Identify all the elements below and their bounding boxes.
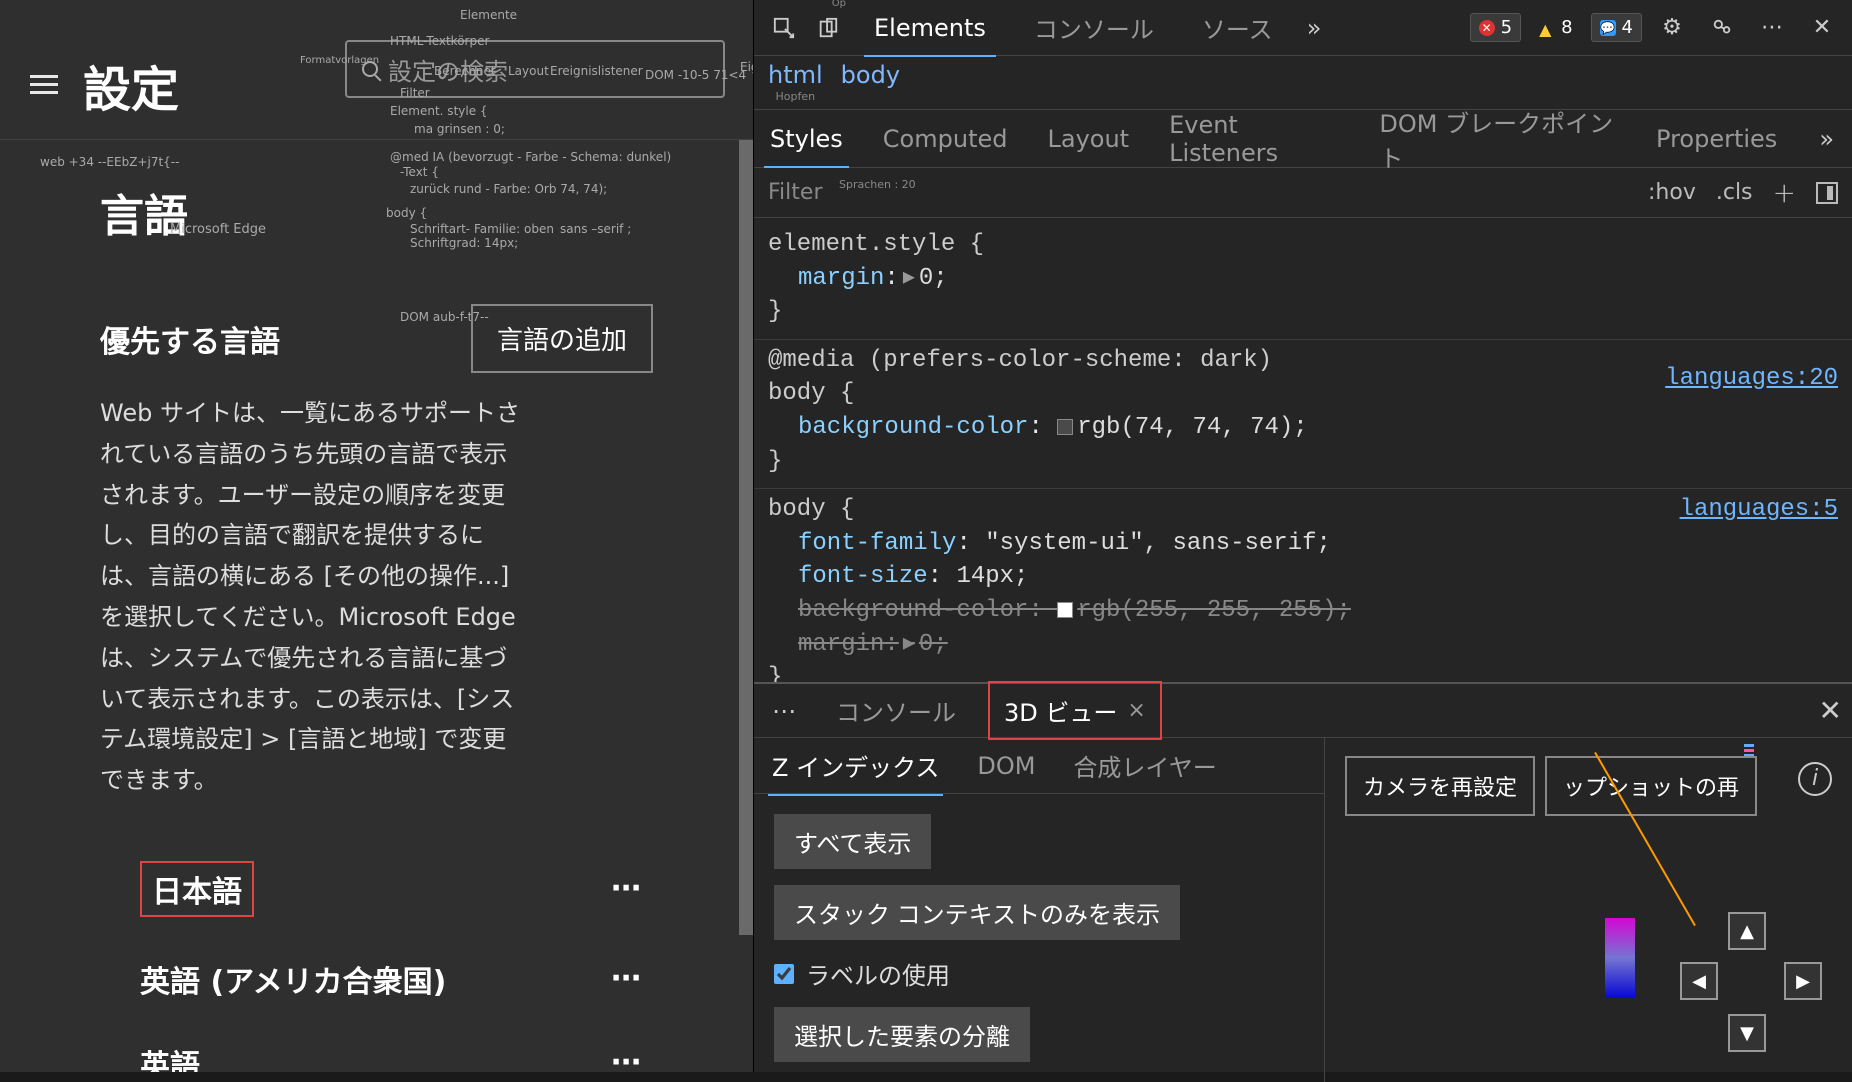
preferred-languages-title: 優先する言語 [100, 317, 280, 361]
preferred-languages-row: 優先する言語 言語の追加 [100, 304, 653, 373]
styles-sub-tabs: Styles Computed Layout Event Listeners D… [754, 110, 1852, 168]
tab-elements[interactable]: Elements [852, 0, 1008, 56]
language-label: 日本語 [140, 861, 254, 917]
css-rule[interactable]: languages:20 @media (prefers-color-schem… [754, 340, 1852, 489]
tab-composited[interactable]: 合成レイヤー [1069, 736, 1220, 795]
new-rule-icon[interactable]: + [1773, 176, 1796, 209]
show-all-button[interactable]: すべて表示 [774, 814, 931, 869]
css-rule[interactable]: languages:5 body { font-family: "system-… [754, 489, 1852, 682]
tab-properties[interactable]: Properties [1650, 111, 1783, 167]
more-icon[interactable]: ⋯ [611, 1045, 643, 1072]
settings-body: 言語 Microsoft Edge 優先する言語 言語の追加 Web サイトは、… [0, 140, 753, 1072]
breadcrumb-html[interactable]: html Hopfen [768, 61, 823, 103]
language-label: 英語 [140, 1041, 200, 1072]
hov-toggle[interactable]: :hov [1648, 180, 1696, 205]
tab-layout[interactable]: Layout [1041, 111, 1135, 167]
arrow-down-icon[interactable]: ▼ [1728, 1014, 1766, 1052]
preferred-languages-desc: Web サイトは、一覧にあるサポートされている言語のうち先頭の言語で表示されます… [100, 393, 520, 801]
device-icon[interactable]: Op [808, 8, 848, 48]
tab-sources[interactable]: ソース [1180, 0, 1295, 59]
list-item[interactable]: 英語 ⋯ [100, 1021, 653, 1072]
arrow-up-icon[interactable]: ▲ [1728, 912, 1766, 950]
z-controls: すべて表示 スタック コンテキストのみを表示 ラベルの使用 選択した要素の分離 [754, 794, 1324, 1082]
settings-pane: 設定 設定の検索 Elemente HTML-Textkörper Format… [0, 0, 753, 1072]
tabs-overflow-icon[interactable]: » [1299, 14, 1330, 42]
scrollbar[interactable] [739, 140, 753, 935]
filter-input[interactable]: Filter Sprachen : 20 [754, 180, 1634, 205]
gear-icon[interactable]: ⚙ [1652, 8, 1692, 48]
breadcrumb-body[interactable]: body [841, 61, 900, 103]
drawer-tab-console[interactable]: コンソール [822, 683, 970, 738]
tab-zindex[interactable]: Z インデックス [768, 736, 943, 795]
camera-reset-button[interactable]: カメラを再設定 [1345, 756, 1535, 816]
tab-computed[interactable]: Computed [877, 111, 1014, 167]
more-icon[interactable]: ⋯ [611, 871, 643, 906]
checkbox[interactable] [774, 964, 794, 984]
stack-context-button[interactable]: スタック コンテキストのみを表示 [774, 885, 1180, 940]
menu-icon[interactable] [30, 75, 58, 94]
more-icon[interactable]: ⋯ [611, 961, 643, 996]
errors-badge[interactable]: ✕5 [1470, 13, 1521, 42]
info-icon[interactable]: i [1798, 762, 1832, 796]
isolate-element-button[interactable]: 選択した要素の分離 [774, 1007, 1030, 1062]
drawer-more-icon[interactable]: ⋯ [764, 697, 804, 725]
devtools-pane: Op Elements コンソール ソース » ✕5 ▲8 💬4 ⚙ ⋯ ✕ h… [753, 0, 1852, 1072]
devtools-top-bar: Op Elements コンソール ソース » ✕5 ▲8 💬4 ⚙ ⋯ ✕ [754, 0, 1852, 56]
styles-body: Sprachen: 5 element.style { margin:▸0; }… [754, 218, 1852, 682]
cls-toggle[interactable]: .cls [1716, 180, 1753, 205]
drawer-3d-view[interactable]: カメラを再設定 ップショットの再 i ▲ ◀ ▶ ▼ [1324, 738, 1852, 1082]
settings-search[interactable]: 設定の検索 [345, 40, 725, 98]
close-icon[interactable]: × [1127, 698, 1145, 723]
nav-arrows: ▲ ◀ ▶ ▼ [1672, 912, 1822, 1062]
devtools-drawer: ⋯ コンソール 3D ビュー × ✕ Z インデックス DOM 合成レイヤー す… [754, 682, 1852, 1072]
messages-badge[interactable]: 💬4 [1591, 13, 1642, 42]
activity-icon[interactable] [1702, 8, 1742, 48]
tab-console[interactable]: コンソール [1012, 0, 1176, 59]
devtools-top-right: ✕5 ▲8 💬4 ⚙ ⋯ ✕ [1470, 8, 1842, 48]
z-tabs: Z インデックス DOM 合成レイヤー [754, 738, 1324, 794]
css-rule[interactable]: Sprachen: 5 element.style { margin:▸0; } [754, 224, 1852, 340]
inspect-icon[interactable] [764, 8, 804, 48]
camera-buttons: カメラを再設定 ップショットの再 [1345, 756, 1757, 816]
search-icon [362, 61, 378, 77]
drawer-tabs: ⋯ コンソール 3D ビュー × ✕ [754, 684, 1852, 738]
tab-dom[interactable]: DOM [973, 740, 1039, 792]
drawer-close-icon[interactable]: ✕ [1819, 694, 1842, 727]
tab-styles[interactable]: Styles [764, 111, 849, 167]
tab-dom-breakpoints[interactable]: DOM ブレークポイント [1373, 90, 1622, 188]
edge-label: Microsoft Edge [170, 222, 266, 237]
drawer-tab-3dview[interactable]: 3D ビュー × [988, 681, 1162, 740]
source-link[interactable]: languages:5 [1680, 493, 1838, 527]
drawer-left: Z インデックス DOM 合成レイヤー すべて表示 スタック コンテキストのみを… [754, 738, 1324, 1082]
arrow-left-icon[interactable]: ◀ [1680, 962, 1718, 1000]
search-placeholder: 設定の検索 [388, 52, 508, 87]
more-icon[interactable]: ⋯ [1752, 8, 1792, 48]
list-item[interactable]: 日本語 ⋯ [100, 841, 653, 937]
sidebar-toggle-icon[interactable] [1816, 182, 1838, 204]
warnings-badge[interactable]: ▲8 [1531, 14, 1580, 41]
add-language-button[interactable]: 言語の追加 [471, 304, 653, 373]
settings-header: 設定 設定の検索 [0, 0, 753, 140]
page-title: 設定 [83, 50, 179, 120]
language-list: 日本語 ⋯ 英語 (アメリカ合衆国) ⋯ 英語 ⋯ 中国語 (繁体字) ⋯ 中国… [100, 841, 653, 1072]
subtabs-overflow-icon[interactable]: » [1811, 125, 1842, 153]
drawer-body: Z インデックス DOM 合成レイヤー すべて表示 スタック コンテキストのみを… [754, 738, 1852, 1082]
language-label: 英語 (アメリカ合衆国) [140, 957, 446, 1001]
list-item[interactable]: 英語 (アメリカ合衆国) ⋯ [100, 937, 653, 1021]
filter-actions: :hov .cls + [1634, 176, 1852, 209]
3d-visualization[interactable] [1595, 788, 1655, 1008]
use-labels-checkbox[interactable]: ラベルの使用 [774, 956, 1304, 991]
close-icon[interactable]: ✕ [1802, 8, 1842, 48]
arrow-right-icon[interactable]: ▶ [1784, 962, 1822, 1000]
source-link[interactable]: languages:20 [1665, 362, 1838, 396]
tab-event-listeners[interactable]: Event Listeners [1163, 97, 1345, 181]
